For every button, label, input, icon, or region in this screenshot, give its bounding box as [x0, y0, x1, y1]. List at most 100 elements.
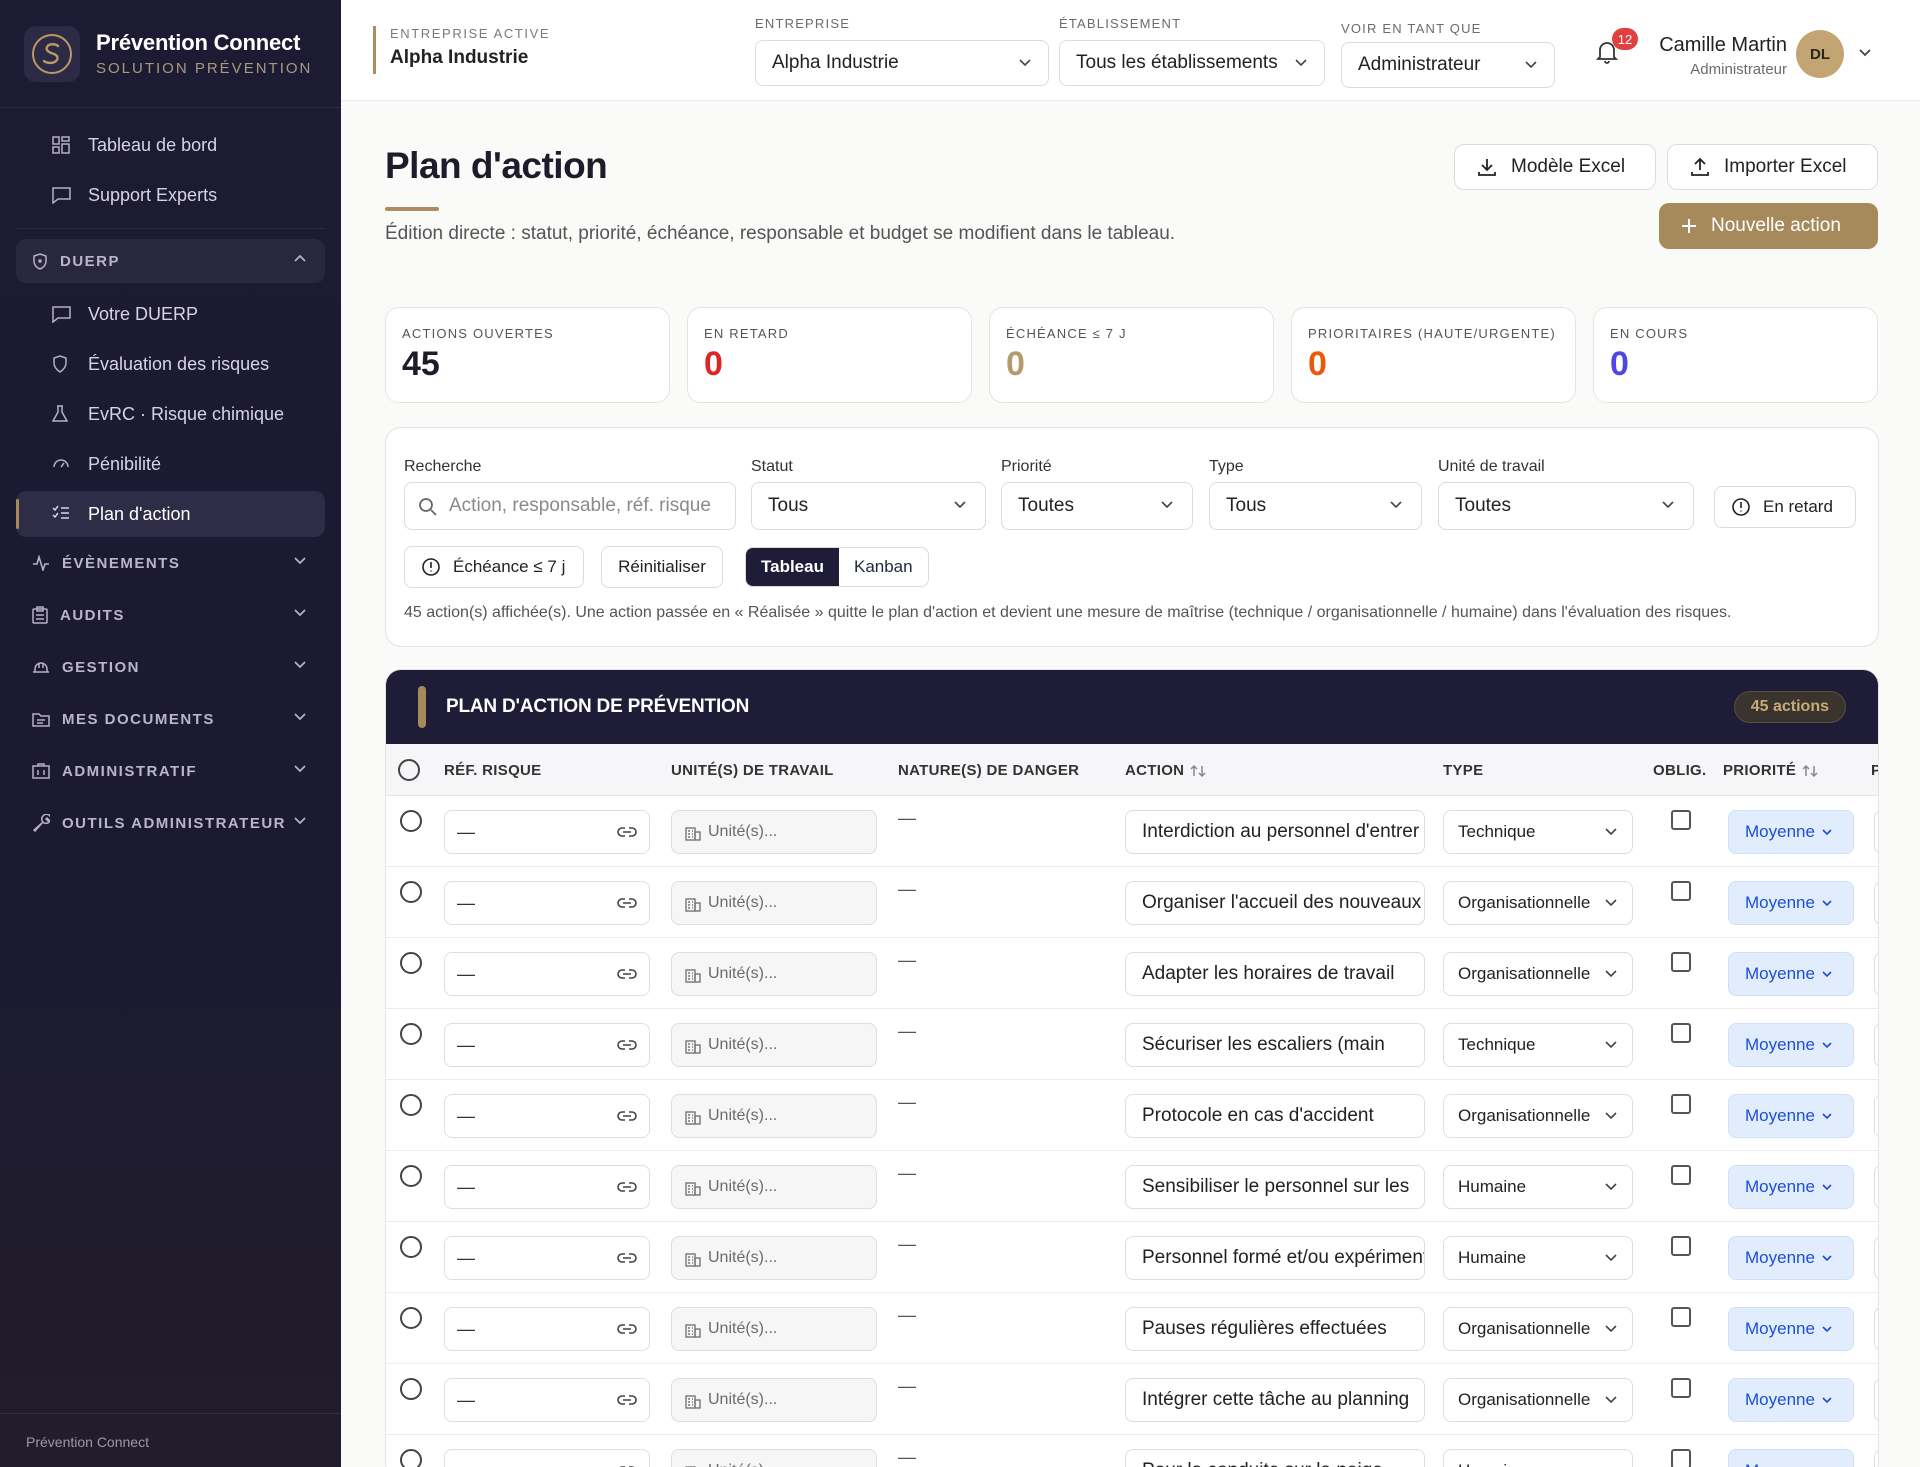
type-select[interactable]: Humaine [1443, 1449, 1633, 1467]
type-select[interactable]: Technique [1443, 1023, 1633, 1067]
risk-ref-field[interactable]: — [444, 1094, 650, 1138]
mandatory-checkbox[interactable] [1671, 1023, 1691, 1043]
priority-select[interactable]: Toutes [1001, 482, 1193, 530]
mandatory-checkbox[interactable] [1671, 1378, 1691, 1398]
action-field[interactable]: Sécuriser les escaliers (main [1125, 1023, 1425, 1067]
work-unit-field[interactable]: Unité(s)... [671, 1236, 877, 1280]
type-select[interactable]: Tous [1209, 482, 1422, 530]
sidebar-group-duerp[interactable]: DUERP [16, 239, 325, 283]
search-input[interactable]: Action, responsable, réf. risque [404, 482, 736, 530]
row-select-radio[interactable] [400, 881, 422, 903]
priority-select[interactable]: Moyenne [1728, 1023, 1854, 1067]
priority-select[interactable]: Moyenne [1728, 952, 1854, 996]
col-units[interactable]: UNITÉ(S) DE TRAVAIL [671, 762, 834, 779]
link-icon[interactable] [617, 1252, 637, 1264]
next-column-field[interactable] [1874, 1378, 1878, 1422]
mandatory-checkbox[interactable] [1671, 1449, 1691, 1467]
mandatory-checkbox[interactable] [1671, 1307, 1691, 1327]
risk-ref-field[interactable]: — [444, 881, 650, 925]
priority-select[interactable]: Moyenne [1728, 1449, 1854, 1467]
risk-ref-field[interactable]: — [444, 1236, 650, 1280]
type-select[interactable]: Organisationnelle [1443, 1378, 1633, 1422]
type-select[interactable]: Organisationnelle [1443, 881, 1633, 925]
risk-ref-field[interactable]: — [444, 1165, 650, 1209]
view-kanban-tab[interactable]: Kanban [839, 548, 928, 586]
col-action[interactable]: ACTION [1125, 762, 1184, 779]
excel-template-button[interactable]: Modèle Excel [1454, 144, 1656, 190]
link-icon[interactable] [617, 1323, 637, 1335]
link-icon[interactable] [617, 897, 637, 909]
link-icon[interactable] [617, 826, 637, 838]
risk-ref-field[interactable]: — [444, 952, 650, 996]
sidebar-group-outils-admin[interactable]: OUTILS ADMINISTRATEUR [16, 801, 325, 845]
action-field[interactable]: Adapter les horaires de travail [1125, 952, 1425, 996]
action-field[interactable]: Personnel formé et/ou expérimenté [1125, 1236, 1425, 1280]
type-select[interactable]: Organisationnelle [1443, 1094, 1633, 1138]
col-next[interactable]: P [1871, 762, 1878, 779]
next-column-field[interactable] [1874, 1023, 1878, 1067]
status-select[interactable]: Tous [751, 482, 986, 530]
work-unit-field[interactable]: Unité(s)... [671, 881, 877, 925]
priority-select[interactable]: Moyenne [1728, 810, 1854, 854]
col-ref[interactable]: RÉF. RISQUE [444, 762, 541, 779]
sidebar-item-evrc[interactable]: EvRC · Risque chimique [16, 391, 325, 437]
col-priority[interactable]: PRIORITÉ [1723, 762, 1796, 779]
sidebar-group-audits[interactable]: AUDITS [16, 593, 325, 637]
excel-import-button[interactable]: Importer Excel [1667, 144, 1878, 190]
site-select[interactable]: Tous les établissements [1059, 40, 1325, 86]
brand[interactable]: Prévention Connect SOLUTION PRÉVENTION [0, 0, 341, 108]
view-table-tab[interactable]: Tableau [746, 548, 839, 586]
row-select-radio[interactable] [400, 1449, 422, 1467]
type-select[interactable]: Humaine [1443, 1236, 1633, 1280]
sidebar-item-penibilite[interactable]: Pénibilité [16, 441, 325, 487]
next-column-field[interactable] [1874, 1307, 1878, 1351]
risk-ref-field[interactable]: — [444, 1378, 650, 1422]
mandatory-checkbox[interactable] [1671, 881, 1691, 901]
risk-ref-field[interactable]: — [444, 1307, 650, 1351]
action-field[interactable]: Organiser l'accueil des nouveaux [1125, 881, 1425, 925]
action-field[interactable]: Sensibiliser le personnel sur les [1125, 1165, 1425, 1209]
priority-select[interactable]: Moyenne [1728, 1307, 1854, 1351]
row-select-radio[interactable] [400, 1094, 422, 1116]
risk-ref-field[interactable]: — [444, 1449, 650, 1467]
action-field[interactable]: Pour la conduite sur la neige [1125, 1449, 1425, 1467]
sidebar-item-support[interactable]: Support Experts [16, 172, 325, 218]
priority-select[interactable]: Moyenne [1728, 1378, 1854, 1422]
risk-ref-field[interactable]: — [444, 810, 650, 854]
user-info[interactable]: Camille Martin Administrateur [1659, 34, 1787, 78]
company-select[interactable]: Alpha Industrie [755, 40, 1049, 86]
sidebar-item-votre-duerp[interactable]: Votre DUERP [16, 291, 325, 337]
link-icon[interactable] [617, 1039, 637, 1051]
row-select-radio[interactable] [400, 1378, 422, 1400]
new-action-button[interactable]: Nouvelle action [1659, 203, 1878, 249]
next-column-field[interactable] [1874, 810, 1878, 854]
work-unit-field[interactable]: Unité(s)... [671, 810, 877, 854]
chevron-down-icon[interactable] [1858, 48, 1872, 57]
risk-ref-field[interactable]: — [444, 1023, 650, 1067]
work-unit-field[interactable]: Unité(s)... [671, 1165, 877, 1209]
work-unit-field[interactable]: Unité(s)... [671, 1023, 877, 1067]
sidebar-group-documents[interactable]: MES DOCUMENTS [16, 697, 325, 741]
row-select-radio[interactable] [400, 1307, 422, 1329]
mandatory-checkbox[interactable] [1671, 810, 1691, 830]
sort-icon[interactable] [1190, 763, 1206, 779]
sidebar-item-evaluation[interactable]: Évaluation des risques [16, 341, 325, 387]
next-column-field[interactable] [1874, 1165, 1878, 1209]
select-all-radio[interactable] [398, 759, 420, 781]
work-unit-field[interactable]: Unité(s)... [671, 952, 877, 996]
priority-select[interactable]: Moyenne [1728, 1094, 1854, 1138]
next-column-field[interactable] [1874, 1236, 1878, 1280]
next-column-field[interactable] [1874, 952, 1878, 996]
type-select[interactable]: Technique [1443, 810, 1633, 854]
col-danger[interactable]: NATURE(S) DE DANGER [898, 762, 1079, 779]
action-field[interactable]: Pauses régulières effectuées [1125, 1307, 1425, 1351]
next-column-field[interactable] [1874, 881, 1878, 925]
role-select[interactable]: Administrateur [1341, 42, 1555, 88]
action-field[interactable]: Interdiction au personnel d'entrer [1125, 810, 1425, 854]
row-select-radio[interactable] [400, 1023, 422, 1045]
link-icon[interactable] [617, 1394, 637, 1406]
row-select-radio[interactable] [400, 1165, 422, 1187]
type-select[interactable]: Organisationnelle [1443, 1307, 1633, 1351]
type-select[interactable]: Organisationnelle [1443, 952, 1633, 996]
action-field[interactable]: Intégrer cette tâche au planning [1125, 1378, 1425, 1422]
